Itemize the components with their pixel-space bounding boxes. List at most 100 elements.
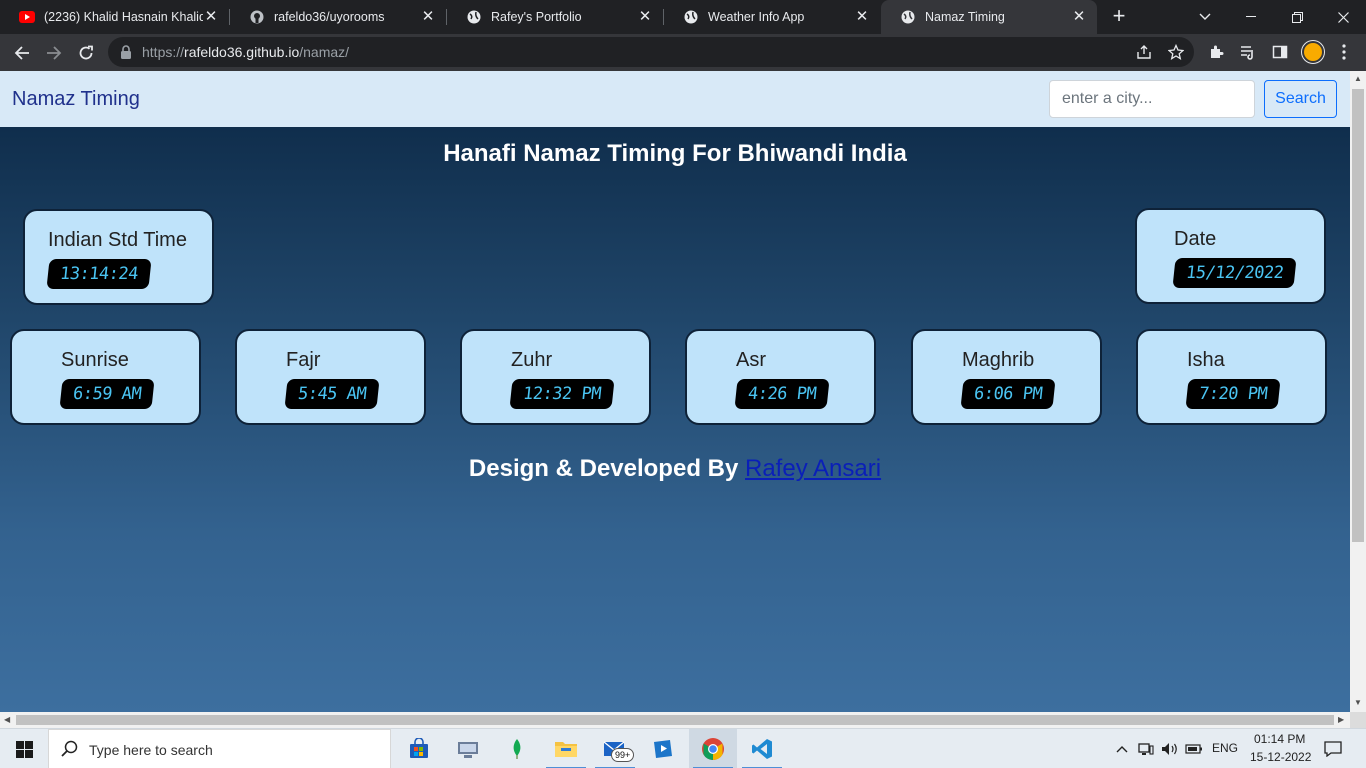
globe-icon [900, 9, 916, 25]
scroll-up-icon[interactable]: ▲ [1354, 74, 1362, 83]
prayer-time: 4:26 PM [734, 379, 830, 409]
extensions-icon[interactable] [1206, 42, 1226, 62]
vscode-icon[interactable] [738, 729, 786, 768]
tab-portfolio[interactable]: Rafey's Portfolio ✕ [447, 0, 663, 34]
restore-icon[interactable] [1274, 0, 1320, 34]
prayer-card-isha: Isha 7:20 PM [1136, 329, 1327, 425]
prayer-card-sunrise: Sunrise 6:59 AM [10, 329, 201, 425]
prayer-time: 5:45 AM [284, 379, 380, 409]
taskbar-search-text: Type here to search [89, 742, 213, 758]
volume-icon[interactable] [1160, 739, 1180, 759]
globe-icon [683, 9, 699, 25]
battery-icon[interactable] [1184, 739, 1204, 759]
new-tab-icon[interactable]: + [1108, 5, 1130, 28]
tab-namaz[interactable]: Namaz Timing ✕ [881, 0, 1097, 34]
prayer-time: 6:06 PM [960, 379, 1056, 409]
tab-close-icon[interactable]: ✕ [420, 9, 436, 25]
notifications-icon[interactable] [1323, 739, 1343, 759]
tab-close-icon[interactable]: ✕ [637, 9, 653, 25]
taskbar-search-box[interactable]: Type here to search [48, 729, 391, 768]
video-player-icon[interactable] [640, 729, 688, 768]
prayer-card-fajr: Fajr 5:45 AM [235, 329, 426, 425]
windows-start-icon[interactable] [0, 729, 48, 768]
globe-icon [466, 9, 482, 25]
scrollbar-corner [1350, 712, 1366, 728]
page-title: Hanafi Namaz Timing For Bhiwandi India [443, 140, 907, 167]
reload-icon[interactable] [72, 39, 100, 67]
city-search-input[interactable] [1049, 80, 1255, 118]
bookmark-star-icon[interactable] [1166, 42, 1186, 62]
prayer-name: Fajr [286, 349, 321, 371]
scroll-down-icon[interactable]: ▼ [1354, 698, 1362, 707]
back-icon[interactable] [8, 39, 36, 67]
chrome-menu-icon[interactable] [1334, 42, 1354, 62]
tab-youtube[interactable]: (2236) Khalid Hasnain Khalid ✕ [0, 0, 229, 34]
share-icon[interactable] [1134, 42, 1154, 62]
prayer-time: 12:32 PM [509, 379, 615, 409]
navbar-brand[interactable]: Namaz Timing [12, 88, 140, 111]
side-panel-icon[interactable] [1270, 42, 1290, 62]
tab-close-icon[interactable]: ✕ [854, 9, 870, 25]
tab-title: Weather Info App [708, 10, 805, 24]
github-icon [249, 9, 265, 25]
browser-toolbar: https://rafeldo36.github.io/namaz/ [0, 34, 1366, 71]
tab-title: rafeldo36/uyorooms [274, 10, 385, 24]
network-icon[interactable] [1136, 739, 1156, 759]
clock-card: Indian Std Time 13:14:24 [23, 209, 214, 305]
page-viewport: Namaz Timing Search Hanafi Namaz Timing … [0, 71, 1350, 712]
lock-icon[interactable] [120, 45, 134, 59]
prayer-name: Asr [736, 349, 766, 371]
clock-label: Indian Std Time [48, 229, 187, 251]
tab-close-icon[interactable]: ✕ [1071, 9, 1087, 25]
author-link[interactable]: Rafey Ansari [745, 455, 881, 482]
search-button[interactable]: Search [1264, 80, 1337, 118]
profile-avatar[interactable] [1302, 41, 1324, 63]
close-window-icon[interactable] [1320, 0, 1366, 34]
chrome-icon[interactable] [689, 729, 737, 768]
forward-icon[interactable] [40, 39, 68, 67]
tab-title: Namaz Timing [925, 10, 1005, 24]
date-card: Date 15/12/2022 [1135, 208, 1326, 304]
vertical-scrollbar[interactable]: ▲ ▼ [1350, 71, 1366, 712]
mail-badge: 99+ [611, 748, 635, 762]
horizontal-scrollbar[interactable]: ◀ ▶ [0, 712, 1350, 728]
horizontal-scroll-thumb[interactable] [16, 715, 1334, 725]
prayer-time: 7:20 PM [1185, 379, 1281, 409]
file-explorer-icon[interactable] [542, 729, 590, 768]
prayer-card-zuhr: Zuhr 12:32 PM [460, 329, 651, 425]
microsoft-store-icon[interactable] [395, 729, 443, 768]
minimize-icon[interactable] [1228, 0, 1274, 34]
scroll-left-icon[interactable]: ◀ [4, 715, 10, 724]
prayer-card-maghrib: Maghrib 6:06 PM [911, 329, 1102, 425]
prayer-name: Sunrise [61, 349, 129, 371]
prayer-card-asr: Asr 4:26 PM [685, 329, 876, 425]
site-navbar: Namaz Timing Search [0, 71, 1350, 127]
tray-overflow-icon[interactable] [1112, 739, 1132, 759]
address-bar[interactable]: https://rafeldo36.github.io/namaz/ [108, 37, 1194, 67]
url-text: https://rafeldo36.github.io/namaz/ [142, 44, 350, 60]
tab-close-icon[interactable]: ✕ [203, 9, 219, 25]
tab-title: Rafey's Portfolio [491, 10, 582, 24]
date-value: 15/12/2022 [1172, 258, 1297, 288]
mongodb-icon[interactable] [493, 729, 541, 768]
prayer-time: 6:59 AM [59, 379, 155, 409]
tab-weather[interactable]: Weather Info App ✕ [664, 0, 880, 34]
prayer-name: Isha [1187, 349, 1225, 371]
vertical-scroll-thumb[interactable] [1352, 89, 1364, 542]
tab-github[interactable]: rafeldo36/uyorooms ✕ [230, 0, 446, 34]
footer-text: Design & Developed By [468, 455, 739, 482]
footer-credit: Design & Developed By Rafey Ansari [0, 455, 1350, 483]
clock-value: 13:14:24 [46, 259, 152, 289]
date-label: Date [1174, 228, 1217, 250]
clock-time[interactable]: 01:14 PM [1254, 732, 1305, 746]
mail-icon[interactable]: 99+ [591, 729, 639, 768]
tab-search-icon[interactable] [1182, 0, 1228, 34]
youtube-icon [19, 9, 35, 25]
language-indicator[interactable]: ENG [1212, 741, 1238, 755]
media-control-icon[interactable] [1238, 42, 1258, 62]
clock-date[interactable]: 15-12-2022 [1250, 750, 1311, 764]
prayer-name: Zuhr [511, 349, 553, 371]
scroll-right-icon[interactable]: ▶ [1338, 715, 1344, 724]
windows-taskbar: Type here to search 99+ ENG 01:14 PM 15-… [0, 728, 1366, 768]
network-app-icon[interactable] [444, 729, 492, 768]
